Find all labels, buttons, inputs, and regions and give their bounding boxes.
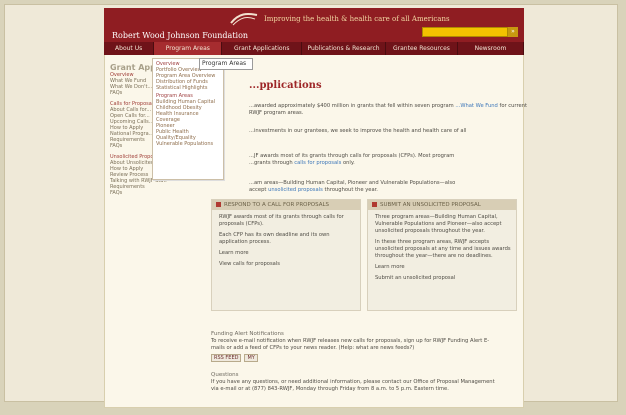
intro-paragraph: ...JF awards most of its grants through … — [249, 153, 455, 166]
box-text: In these three program areas, RWJF accep… — [375, 239, 511, 259]
questions-text: If you have any questions, or need addit… — [211, 379, 495, 392]
funding-text: To receive e-mail notification when RWJF… — [211, 338, 490, 351]
call-proposals-box: RESPOND TO A CALL FOR PROPOSALS RWJF awa… — [211, 199, 361, 311]
site-tagline: Improving the health & health care of al… — [264, 15, 450, 23]
box-text: Each CFP has its own deadline and its ow… — [219, 232, 330, 245]
funding-title: Funding Alert Notifications — [211, 331, 284, 337]
intro-paragraph: ...am areas—Building Human Capital, Pion… — [249, 180, 456, 193]
proposal-options: RESPOND TO A CALL FOR PROPOSALS RWJF awa… — [211, 199, 517, 311]
site-logo-text: Robert Wood Johnson Foundation — [112, 31, 249, 40]
nav-about-us[interactable]: About Us — [104, 42, 155, 55]
box-text: RWJF awards most of its grants through c… — [219, 214, 344, 227]
intro-paragraph: ...investments in our grantees, we seek … — [249, 128, 467, 134]
intro-paragraph: ...awarded approximately $400 million in… — [249, 103, 528, 116]
my-yahoo-icon[interactable]: MY — [244, 354, 258, 362]
unsolicited-box: SUBMIT AN UNSOLICITED PROPOSAL Three pro… — [367, 199, 517, 311]
box-icon — [216, 202, 221, 207]
sidebar-link[interactable]: FAQs — [110, 190, 211, 196]
logo-swoosh-icon — [229, 11, 259, 31]
nav-publications-research[interactable]: Publications & Research — [302, 42, 386, 55]
rss-feed-icon[interactable]: RSS FEED — [211, 354, 242, 362]
learn-more-link[interactable]: Learn more — [212, 246, 360, 257]
nav-program-areas[interactable]: Program Areas — [154, 42, 223, 55]
nav-newsroom[interactable]: Newsroom — [458, 42, 524, 55]
box-text: Three program areas—Building Human Capit… — [375, 214, 502, 234]
site-header: Robert Wood Johnson Foundation Improving… — [104, 8, 524, 42]
feed-icons: RSS FEED MY — [211, 354, 511, 362]
box-icon — [372, 202, 377, 207]
questions-title: Questions — [211, 372, 239, 378]
box-title: RESPOND TO A CALL FOR PROPOSALS — [212, 200, 360, 210]
website-page: Robert Wood Johnson Foundation Improving… — [104, 8, 527, 408]
site-search-input[interactable] — [422, 27, 508, 37]
box-title: SUBMIT AN UNSOLICITED PROPOSAL — [368, 200, 516, 210]
nav-grant-applications[interactable]: Grant Applications — [222, 42, 303, 55]
bottom-notes: Funding Alert Notifications To receive e… — [211, 331, 511, 393]
search-button[interactable]: » — [508, 27, 518, 37]
main-content: ...pplications ...awarded approximately … — [211, 55, 527, 415]
main-nav: About Us Program Areas Grant Application… — [104, 42, 524, 55]
learn-more-link[interactable]: Learn more — [368, 260, 516, 271]
page-title: ...pplications — [249, 80, 322, 91]
submit-proposal-link[interactable]: Submit an unsolicited proposal — [368, 271, 516, 282]
nav-grantee-resources[interactable]: Grantee Resources — [386, 42, 458, 55]
view-calls-link[interactable]: View calls for proposals — [212, 257, 360, 268]
